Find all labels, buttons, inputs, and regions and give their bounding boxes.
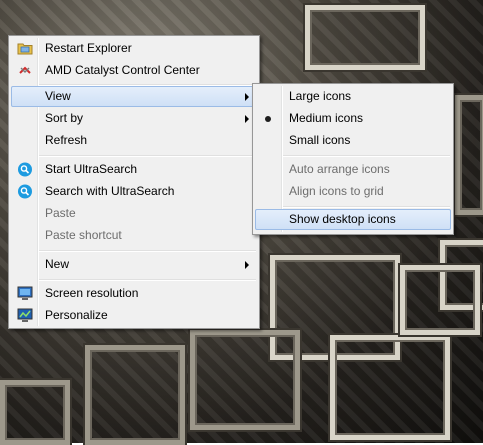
menu-item-view[interactable]: View [11, 86, 257, 107]
submenu-arrow-icon [245, 115, 249, 123]
menu-item-label: AMD Catalyst Control Center [45, 63, 200, 77]
menu-separator [283, 206, 450, 208]
menu-item-label: Show desktop icons [289, 212, 396, 226]
menu-item-label: Personalize [45, 308, 108, 322]
menu-item-label: Small icons [289, 133, 351, 147]
menu-item-paste[interactable]: Paste [11, 203, 257, 224]
submenu-item-small-icons[interactable]: Small icons [255, 130, 451, 151]
personalize-icon [17, 308, 33, 323]
menu-item-label: Refresh [45, 133, 88, 147]
wallpaper-frame [455, 95, 483, 215]
menu-item-label: New [45, 257, 70, 271]
menu-item-label: Paste [45, 206, 76, 220]
submenu-item-large-icons[interactable]: Large icons [255, 86, 451, 107]
menu-item-label: Sort by [45, 111, 84, 125]
wallpaper-frame [0, 380, 70, 445]
submenu-item-show-desktop-icons[interactable]: Show desktop icons [255, 209, 451, 230]
menu-item-label: Auto arrange icons [289, 162, 390, 176]
wallpaper-frame [190, 330, 300, 430]
menu-separator [39, 250, 256, 252]
radio-selected-icon [265, 116, 271, 122]
wallpaper-frame [330, 335, 450, 440]
menu-item-label: Align icons to grid [289, 184, 384, 198]
menu-item-personalize[interactable]: Personalize [11, 305, 257, 326]
menu-item-label: Search with UltraSearch [45, 184, 175, 198]
menu-item-label: View [45, 89, 71, 103]
menu-separator [283, 155, 450, 157]
wallpaper-frame [305, 5, 425, 70]
submenu-arrow-icon [245, 261, 249, 269]
submenu-arrow-icon [245, 93, 249, 101]
menu-item-new[interactable]: New [11, 254, 257, 275]
menu-item-screen-resolution[interactable]: Screen resolution [11, 283, 257, 304]
menu-item-label: Restart Explorer [45, 41, 132, 55]
menu-item-label: Large icons [289, 89, 352, 103]
screen-resolution-icon [17, 286, 33, 301]
view-submenu: Large icons Medium icons Small icons Aut… [252, 83, 454, 235]
menu-item-label: Medium icons [289, 111, 364, 125]
ultrasearch-icon [17, 162, 33, 177]
menu-item-label: Start UltraSearch [45, 162, 138, 176]
submenu-item-align-to-grid[interactable]: Align icons to grid [255, 181, 451, 202]
menu-item-start-ultrasearch[interactable]: Start UltraSearch [11, 159, 257, 180]
menu-separator [39, 279, 256, 281]
menu-item-sort-by[interactable]: Sort by [11, 108, 257, 129]
wallpaper-frame [400, 265, 480, 335]
folder-refresh-icon [17, 41, 33, 56]
desktop-context-menu: Restart Explorer AMD Catalyst Control Ce… [8, 35, 260, 329]
menu-item-label: Paste shortcut [45, 228, 122, 242]
menu-item-refresh[interactable]: Refresh [11, 130, 257, 151]
submenu-item-medium-icons[interactable]: Medium icons [255, 108, 451, 129]
menu-item-label: Screen resolution [45, 286, 139, 300]
submenu-item-auto-arrange[interactable]: Auto arrange icons [255, 159, 451, 180]
amd-catalyst-icon [17, 63, 33, 78]
menu-item-paste-shortcut[interactable]: Paste shortcut [11, 225, 257, 246]
menu-separator [39, 155, 256, 157]
menu-item-search-with-ultrasearch[interactable]: Search with UltraSearch [11, 181, 257, 202]
wallpaper-frame [85, 345, 185, 445]
ultrasearch-icon [17, 184, 33, 199]
menu-item-amd-catalyst[interactable]: AMD Catalyst Control Center [11, 60, 257, 81]
menu-item-restart-explorer[interactable]: Restart Explorer [11, 38, 257, 59]
